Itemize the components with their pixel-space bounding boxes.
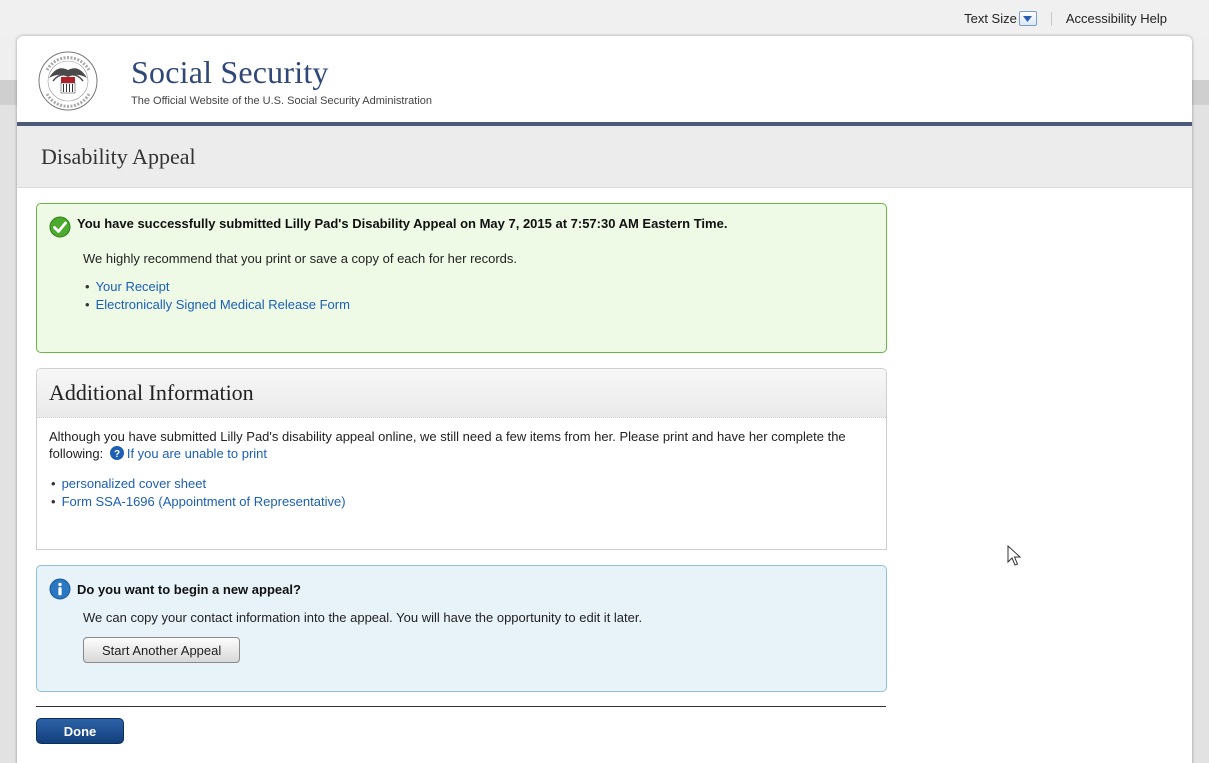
additional-information-text: Although you have submitted Lilly Pad's … <box>49 428 874 462</box>
additional-information-panel: Additional Information Although you have… <box>36 368 887 550</box>
mouse-cursor-icon <box>1007 545 1021 566</box>
new-appeal-alert: Do you want to begin a new appeal? We ca… <box>36 565 887 692</box>
new-appeal-message: We can copy your contact information int… <box>83 610 643 625</box>
new-appeal-header: Do you want to begin a new appeal? <box>49 578 872 600</box>
accessibility-help-link[interactable]: Accessibility Help <box>1066 11 1167 26</box>
list-item: Electronically Signed Medical Release Fo… <box>83 296 872 314</box>
cover-sheet-link[interactable]: personalized cover sheet <box>62 476 207 491</box>
start-another-appeal-button[interactable]: Start Another Appeal <box>83 637 241 663</box>
brand[interactable]: Social Security The Official Website of … <box>131 54 432 107</box>
success-alert: You have successfully submitted Lilly Pa… <box>36 203 887 353</box>
success-alert-body: We highly recommend that you print or sa… <box>49 251 872 314</box>
additional-information-title: Additional Information <box>49 380 254 405</box>
additional-information-body: Although you have submitted Lilly Pad's … <box>37 418 886 511</box>
text-size-label: Text Size <box>964 11 1017 26</box>
main-content: You have successfully submitted Lilly Pa… <box>17 188 887 744</box>
divider <box>36 706 886 707</box>
page-title: Disability Appeal <box>41 143 196 169</box>
help-icon[interactable]: ? <box>109 446 124 460</box>
unable-to-print-link[interactable]: If you are unable to print <box>127 446 267 461</box>
info-icon <box>49 578 71 600</box>
additional-information-header: Additional Information <box>37 369 886 418</box>
svg-text:?: ? <box>114 449 120 460</box>
success-alert-header: You have successfully submitted Lilly Pa… <box>49 215 872 238</box>
form-ssa-1696-link[interactable]: Form SSA-1696 (Appointment of Representa… <box>62 494 346 509</box>
chevron-down-icon[interactable] <box>1018 11 1037 26</box>
site-title[interactable]: Social Security <box>131 54 432 91</box>
success-alert-message: We highly recommend that you print or sa… <box>83 251 518 266</box>
page-title-bar: Disability Appeal <box>17 126 1192 188</box>
ssa-seal-icon <box>38 51 98 111</box>
receipt-link[interactable]: Your Receipt <box>96 279 170 294</box>
divider <box>1050 11 1052 26</box>
site-header: Social Security The Official Website of … <box>17 36 1192 126</box>
check-circle-icon <box>49 216 71 238</box>
site-subtitle: The Official Website of the U.S. Social … <box>131 95 433 107</box>
page-frame: Social Security The Official Website of … <box>17 36 1192 763</box>
new-appeal-title: Do you want to begin a new appeal? <box>77 582 301 597</box>
list-item: Form SSA-1696 (Appointment of Representa… <box>49 493 874 511</box>
utility-bar: Text Size Accessibility Help <box>0 0 1209 36</box>
text-size-control[interactable]: Text Size <box>964 11 1037 26</box>
done-button[interactable]: Done <box>36 718 124 744</box>
list-item: personalized cover sheet <box>49 475 874 493</box>
utility-links: Text Size Accessibility Help <box>964 11 1167 26</box>
new-appeal-body: We can copy your contact information int… <box>49 610 872 663</box>
success-alert-title: You have successfully submitted Lilly Pa… <box>77 216 728 231</box>
list-item: Your Receipt <box>83 278 872 296</box>
forms-links: personalized cover sheet Form SSA-1696 (… <box>49 475 874 511</box>
medical-release-form-link[interactable]: Electronically Signed Medical Release Fo… <box>96 297 350 312</box>
document-links: Your Receipt Electronically Signed Medic… <box>83 278 872 314</box>
